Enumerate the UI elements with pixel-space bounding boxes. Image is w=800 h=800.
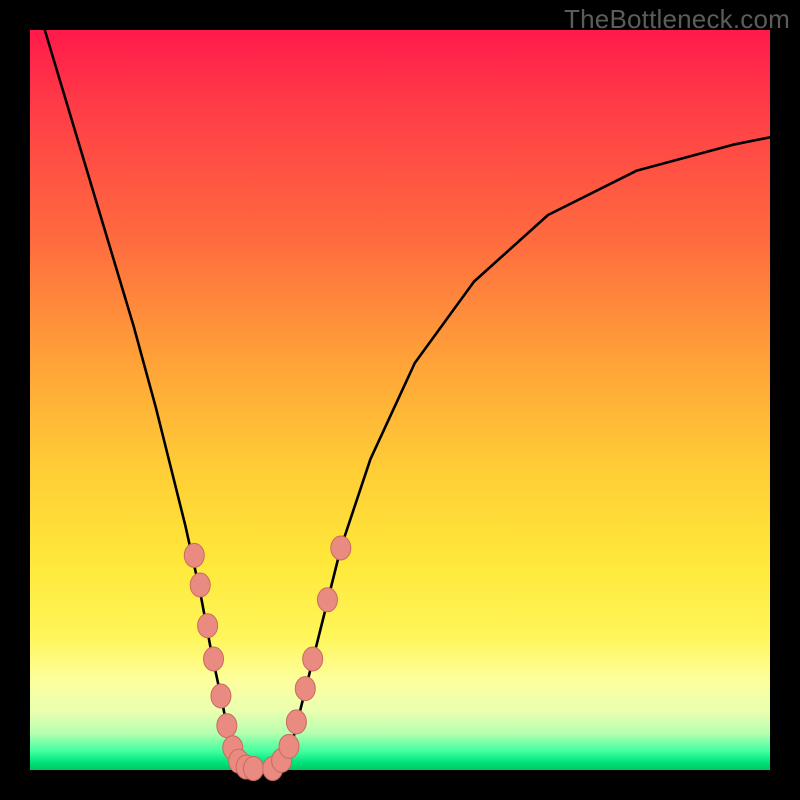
marker-dot	[184, 543, 204, 567]
marker-dot	[303, 647, 323, 671]
marker-dot	[211, 684, 231, 708]
marker-dot	[217, 714, 237, 738]
chart-frame: TheBottleneck.com	[0, 0, 800, 800]
curve-markers	[184, 536, 351, 781]
marker-dot	[204, 647, 224, 671]
marker-dot	[190, 573, 210, 597]
marker-dot	[286, 710, 306, 734]
chart-svg	[30, 30, 770, 770]
marker-dot	[279, 734, 299, 758]
marker-dot	[198, 614, 218, 638]
marker-dot	[243, 757, 263, 781]
plot-area	[30, 30, 770, 770]
marker-dot	[317, 588, 337, 612]
marker-dot	[295, 677, 315, 701]
marker-dot	[331, 536, 351, 560]
bottleneck-curve	[45, 30, 770, 770]
